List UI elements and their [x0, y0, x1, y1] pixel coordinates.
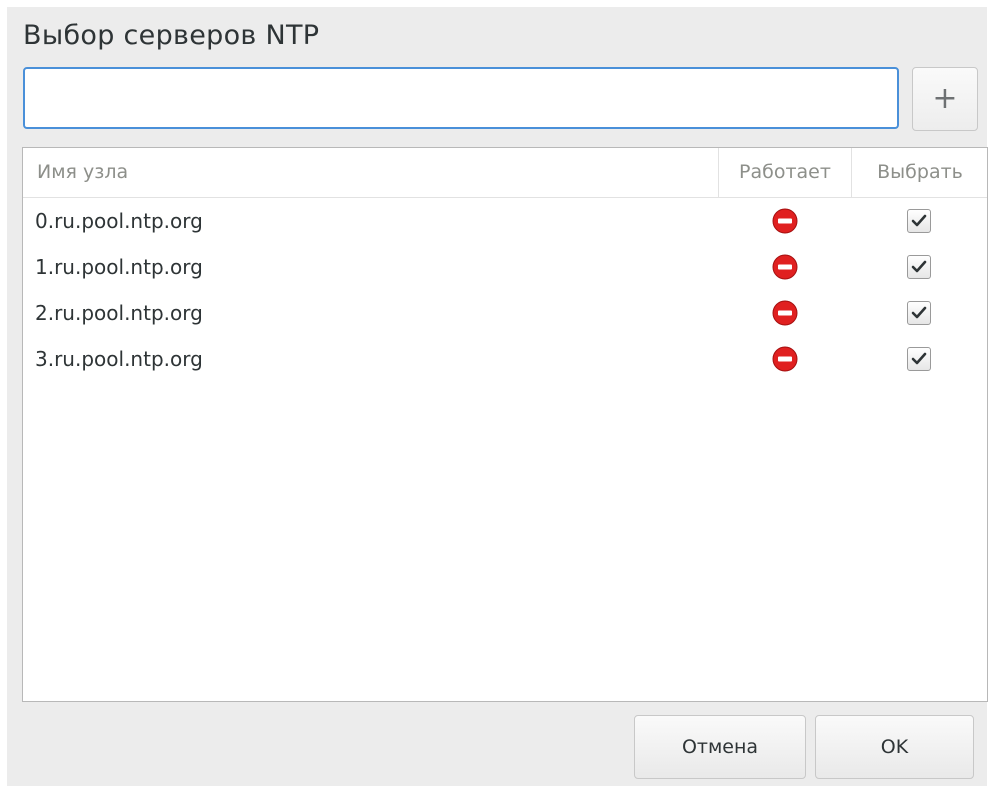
column-header-select[interactable]: Выбрать [852, 148, 987, 197]
list-header: Имя узла Работает Выбрать [23, 148, 987, 198]
checkmark-icon [911, 214, 927, 227]
not-working-icon [772, 300, 798, 326]
ok-button[interactable]: OK [815, 715, 974, 779]
checkmark-icon [911, 260, 927, 273]
not-working-icon [772, 208, 798, 234]
select-checkbox[interactable] [907, 301, 931, 325]
row-host-name: 1.ru.pool.ntp.org [35, 255, 203, 279]
row-host-name: 2.ru.pool.ntp.org [35, 301, 203, 325]
select-checkbox[interactable] [907, 209, 931, 233]
ntp-server-list[interactable]: Имя узла Работает Выбрать 0.ru.pool.ntp.… [22, 147, 988, 702]
select-checkbox[interactable] [907, 347, 931, 371]
ntp-servers-dialog: Выбор серверов NTP + Имя узла Работает В… [7, 7, 988, 786]
cancel-button[interactable]: Отмена [634, 715, 806, 779]
add-server-button[interactable]: + [912, 67, 978, 131]
row-host-name: 0.ru.pool.ntp.org [35, 209, 203, 233]
not-working-icon [772, 346, 798, 372]
checkmark-icon [911, 306, 927, 319]
plus-icon: + [932, 81, 958, 116]
table-row[interactable]: 2.ru.pool.ntp.org [23, 290, 987, 336]
dialog-title: Выбор серверов NTP [23, 20, 320, 51]
table-row[interactable]: 1.ru.pool.ntp.org [23, 244, 987, 290]
table-row[interactable]: 3.ru.pool.ntp.org [23, 336, 987, 382]
table-row[interactable]: 0.ru.pool.ntp.org [23, 198, 987, 244]
column-header-host[interactable]: Имя узла [23, 148, 718, 197]
row-host-name: 3.ru.pool.ntp.org [35, 347, 203, 371]
checkmark-icon [911, 352, 927, 365]
select-checkbox[interactable] [907, 255, 931, 279]
not-working-icon [772, 254, 798, 280]
column-header-working[interactable]: Работает [718, 148, 852, 197]
ntp-server-input[interactable] [23, 67, 899, 129]
